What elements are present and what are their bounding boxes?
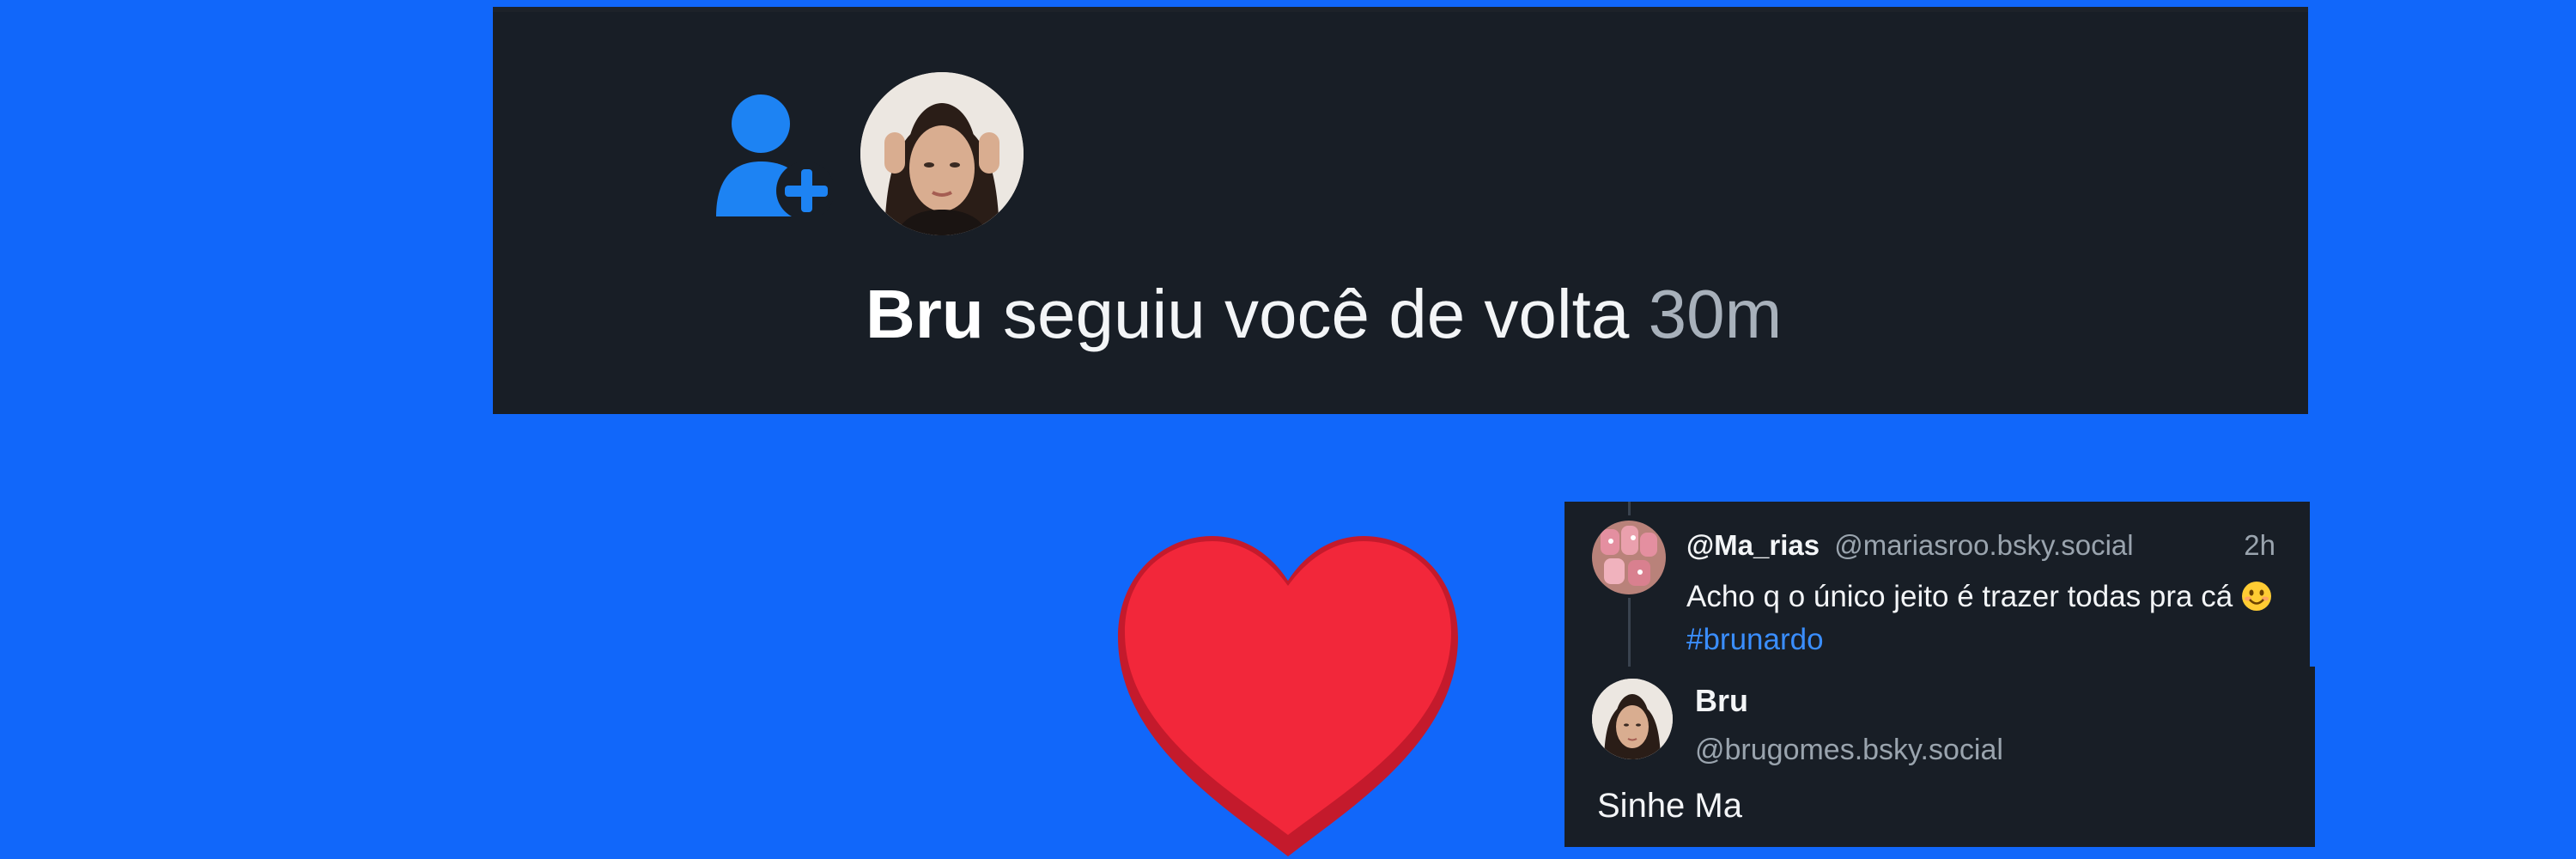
red-heart-icon <box>1118 536 1458 856</box>
hashtag-link[interactable]: #brunardo <box>1686 623 1824 656</box>
reply-card[interactable]: Bru @brugomes.bsky.social Sinhe Ma <box>1564 667 2315 847</box>
notification-time: 30m <box>1648 276 1783 352</box>
reply-author-handle[interactable]: @brugomes.bsky.social <box>1695 735 2003 765</box>
reply-author-name[interactable]: Bru <box>1695 685 1748 716</box>
avatar[interactable] <box>1592 521 1666 594</box>
post-time[interactable]: 2h <box>2244 531 2275 559</box>
avatar[interactable] <box>860 72 1024 235</box>
reply-text: Sinhe Ma <box>1597 787 1742 825</box>
post-author-handle[interactable]: @mariasroo.bsky.social <box>1834 529 2133 561</box>
thread-line <box>1628 502 1631 515</box>
avatar[interactable] <box>1592 679 1673 759</box>
smiling-face-emoji <box>2241 582 2271 611</box>
avatar-photo <box>860 72 1024 235</box>
post-header: @Ma_rias @mariasroo.bsky.social 2h <box>1686 531 2287 559</box>
follow-user-plus-icon <box>716 94 833 216</box>
avatar-photo <box>1592 679 1673 759</box>
follow-notification-card[interactable]: Bru seguiu você de volta 30m <box>493 7 2308 414</box>
thread-line <box>1628 598 1631 667</box>
notification-user-name[interactable]: Bru <box>866 276 984 352</box>
post-author-name[interactable]: @Ma_rias <box>1686 529 1820 561</box>
post-card[interactable]: @Ma_rias @mariasroo.bsky.social 2h Acho … <box>1564 502 2310 667</box>
avatar-photo <box>1592 521 1666 594</box>
notification-action: seguiu você de volta <box>1003 276 1630 352</box>
post-text-content: Acho q o único jeito é trazer todas pra … <box>1686 580 2233 613</box>
post-text: Acho q o único jeito é trazer todas pra … <box>1686 576 2305 661</box>
notification-text: Bru seguiu você de volta 30m <box>866 280 1782 349</box>
